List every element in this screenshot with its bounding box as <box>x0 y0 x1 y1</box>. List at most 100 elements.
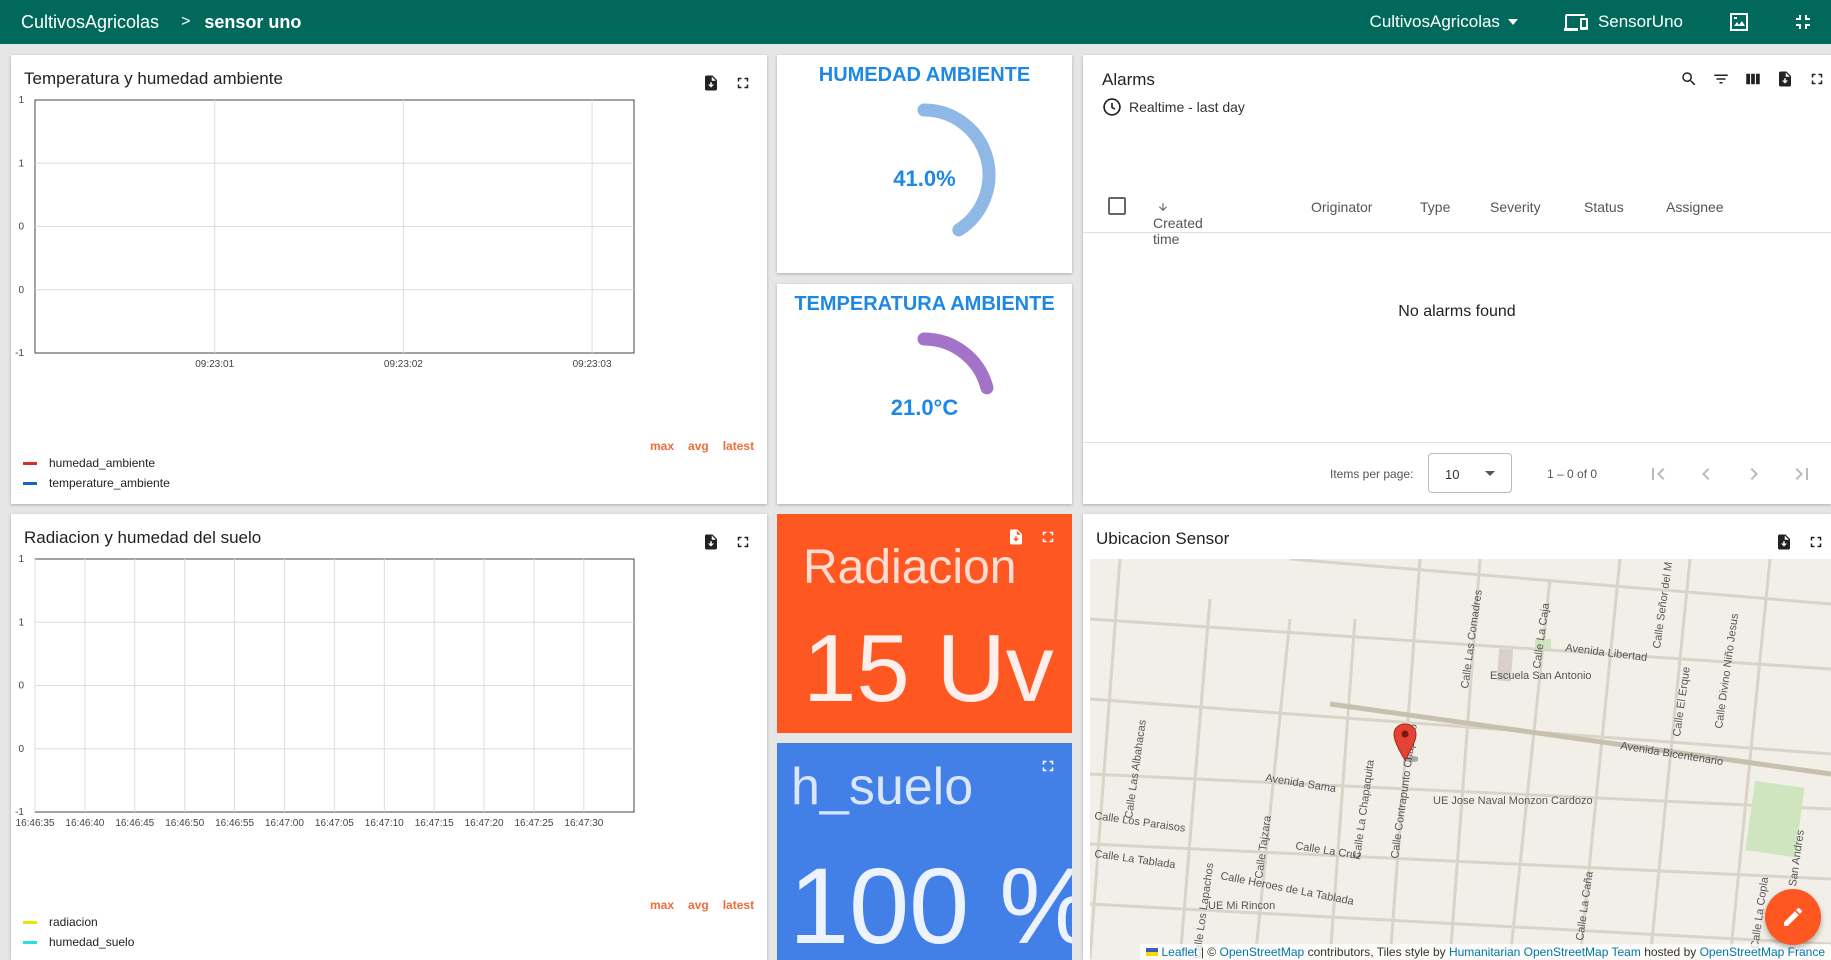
x-tick-label: 16:47:15 <box>415 818 454 829</box>
device-select[interactable]: SensorUno <box>1563 10 1683 34</box>
y-tick-label: 1 <box>18 554 24 565</box>
edit-dashboard-button[interactable] <box>1765 889 1821 945</box>
attribution-text: contributors, Tiles style by <box>1307 945 1446 959</box>
x-tick-label: 09:23:03 <box>573 359 612 370</box>
stat-latest: latest <box>722 898 755 912</box>
alarms-table-header: Created time Originator Type Severity St… <box>1083 183 1831 247</box>
gauge-value: 21.0°C <box>890 395 959 420</box>
fullscreen-icon[interactable] <box>1039 757 1057 775</box>
temp-humidity-line-chart: 1 1 0 0 -1 09:23:01 09:23:02 09:23:03 <box>15 95 635 370</box>
soil-humidity-value-card: h_suelo 100 % <box>777 743 1072 960</box>
chart-stats: max avg latest <box>650 898 754 912</box>
export-file-icon[interactable] <box>1776 70 1794 88</box>
entity-select[interactable]: CultivosAgricolas <box>1370 12 1518 32</box>
export-file-icon[interactable] <box>1775 533 1793 551</box>
legend-label: radiacion <box>49 915 98 929</box>
y-tick-label: 0 <box>18 744 24 755</box>
fullscreen-icon[interactable] <box>1807 533 1825 551</box>
chart-legend: humedad_ambiente temperature_ambiente <box>23 453 170 493</box>
col-assignee[interactable]: Assignee <box>1666 199 1724 215</box>
legend-item[interactable]: humedad_suelo <box>23 932 134 952</box>
map-view[interactable]: Avenida Libertad Avenida Bicentenario Av… <box>1090 559 1831 960</box>
osm-link[interactable]: OpenStreetMap <box>1220 945 1305 959</box>
x-tick-label: 16:46:40 <box>65 818 104 829</box>
empty-state: No alarms found <box>1398 303 1516 320</box>
value-card-value: 100 % <box>789 845 1072 960</box>
last-page-icon[interactable] <box>1790 462 1814 486</box>
street-label: Calle La Caja <box>1531 601 1552 669</box>
legend-item[interactable]: humedad_ambiente <box>23 453 170 473</box>
card-title: Alarms <box>1102 70 1155 89</box>
stat-avg: avg <box>688 898 709 912</box>
stat-max: max <box>650 898 675 912</box>
timewindow[interactable]: Realtime - last day <box>1102 97 1245 117</box>
items-per-page-select[interactable]: 10 <box>1428 453 1512 493</box>
stat-latest: latest <box>722 439 755 453</box>
value-card-label: h_suelo <box>791 758 974 816</box>
attribution-sep: | © <box>1200 945 1217 959</box>
entity-select-value: CultivosAgricolas <box>1369 12 1500 31</box>
fullscreen-icon[interactable] <box>1039 528 1057 546</box>
next-page-icon[interactable] <box>1742 462 1766 486</box>
col-label: Created time <box>1153 215 1203 247</box>
col-originator[interactable]: Originator <box>1311 199 1372 215</box>
legend-swatch <box>23 920 37 924</box>
timewindow-label: Realtime - last day <box>1129 99 1245 115</box>
clock-icon <box>1103 98 1121 116</box>
first-page-icon[interactable] <box>1646 462 1670 486</box>
street-label: Calle Los Paraisos <box>1094 810 1187 835</box>
y-tick-label: 1 <box>18 95 24 106</box>
fullscreen-icon[interactable] <box>1808 70 1826 88</box>
x-tick-label: 16:47:25 <box>514 818 553 829</box>
gauge-value-arc <box>917 332 994 395</box>
x-tick-label: 16:47:30 <box>564 818 603 829</box>
card-tools <box>1039 757 1057 775</box>
street-label: Calle La Chapaquita <box>1351 758 1377 859</box>
search-icon[interactable] <box>1680 70 1698 88</box>
street-label: Calle Divino Niño Jesus <box>1713 612 1741 729</box>
fullscreen-exit-icon[interactable] <box>1791 10 1815 34</box>
col-type[interactable]: Type <box>1420 199 1450 215</box>
leaflet-link[interactable]: Leaflet <box>1161 945 1197 959</box>
legend-item[interactable]: temperature_ambiente <box>23 473 170 493</box>
breadcrumb-root[interactable]: CultivosAgricolas <box>21 12 159 33</box>
columns-icon[interactable] <box>1744 70 1762 88</box>
previous-page-icon[interactable] <box>1694 462 1718 486</box>
radiation-soil-chart-card: Radiacion y humedad del suelo 1 1 0 0 -1 16:4… <box>11 514 767 960</box>
filter-icon[interactable] <box>1712 70 1730 88</box>
items-per-page-value: 10 <box>1445 467 1460 482</box>
temperature-gauge-card: TEMPERATURA AMBIENTE 21.0°C <box>777 284 1072 504</box>
chart-stats: max avg latest <box>650 439 754 453</box>
breadcrumb-separator: > <box>181 13 191 30</box>
legend-item[interactable]: radiacion <box>23 912 134 932</box>
card-tools <box>1775 533 1825 551</box>
x-tick-label: 16:46:55 <box>215 818 254 829</box>
value-card-value: 15 Uv <box>803 615 1054 722</box>
y-tick-label: 0 <box>18 285 24 296</box>
col-created-time[interactable]: Created time <box>1153 199 1203 247</box>
y-tick-label: 1 <box>18 158 24 169</box>
paginator: Items per page: 10 1 – 0 of 0 <box>1083 442 1831 504</box>
hot-link[interactable]: Humanitarian OpenStreetMap Team <box>1449 945 1641 959</box>
temperature-gauge-arc <box>917 332 994 395</box>
street-label: Calle Las Albahacas <box>1123 719 1149 820</box>
select-all-checkbox[interactable] <box>1108 197 1126 215</box>
x-tick-label: 09:23:01 <box>195 359 234 370</box>
map-attribution: Leaflet | © OpenStreetMap contributors, … <box>1140 944 1831 960</box>
radiation-value-card: Radiacion 15 Uv <box>777 514 1072 733</box>
osm-france-link[interactable]: OpenStreetMap France <box>1700 945 1825 959</box>
humidity-gauge-arc <box>917 103 996 237</box>
legend-label: humedad_suelo <box>49 935 135 949</box>
legend-swatch <box>23 940 37 944</box>
image-export-icon[interactable] <box>1727 10 1751 34</box>
x-tick-label: 16:47:20 <box>465 818 504 829</box>
value-card-label: Radiacion <box>803 541 1017 594</box>
y-tick-label: 0 <box>18 681 24 692</box>
map-card: Ubicacion Sensor Avenida Libertad Avenid… <box>1083 514 1831 960</box>
toolbar: CultivosAgricolas SensorUno <box>1370 0 1831 44</box>
col-severity[interactable]: Severity <box>1490 199 1541 215</box>
col-status[interactable]: Status <box>1584 199 1624 215</box>
legend-label: temperature_ambiente <box>49 476 170 490</box>
map-marker-icon[interactable] <box>1392 723 1418 763</box>
gauge-value: 41.0% <box>893 166 956 191</box>
